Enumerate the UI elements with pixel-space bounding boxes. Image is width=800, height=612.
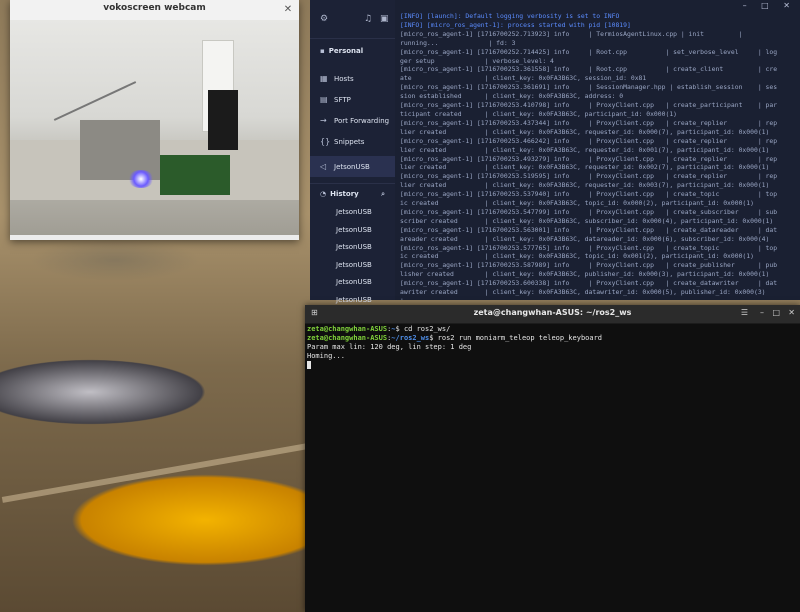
bell-icon[interactable]: ♫ bbox=[364, 14, 372, 24]
terminal-line: zeta@changwhan-ASUS:~/ros2_ws$ ros2 run … bbox=[307, 334, 603, 342]
log-line: ic created | client_key: 0x0FA3B63C, top… bbox=[400, 252, 754, 261]
log-terminal[interactable]: – □ ✕ [INFO] [launch]: Default logging v… bbox=[395, 0, 800, 300]
webcam-title: vokoscreen webcam bbox=[103, 3, 206, 13]
log-line: lier created | client_key: 0x0FA3B63C, r… bbox=[400, 181, 770, 190]
log-line: running... | fd: 3 bbox=[400, 38, 516, 47]
sidebar-item-snippets[interactable]: {} Snippets bbox=[310, 131, 395, 152]
log-line: [micro_ros_agent-1] [1716700252.714425] … bbox=[400, 47, 778, 56]
log-line: [micro_ros_agent-1] [1716700253.361558] … bbox=[400, 65, 778, 74]
log-line: [micro_ros_agent-1] [1716700253.519595] … bbox=[400, 172, 778, 181]
port-forwarding-icon: → bbox=[320, 116, 327, 125]
history-icon: ◔ bbox=[320, 190, 327, 198]
gear-icon[interactable]: ⚙ bbox=[320, 14, 328, 24]
sidebar-toolbar: ⚙ ♫ ▣ bbox=[310, 0, 395, 39]
log-line: [INFO] [launch]: Default logging verbosi… bbox=[400, 12, 620, 20]
log-line: lier created | client_key: 0x0FA3B63C, r… bbox=[400, 163, 770, 172]
terminal-body[interactable]: zeta@changwhan-ASUS:~$ cd ros2_ws/ zeta@… bbox=[307, 325, 798, 612]
log-line: lisher created | client_key: 0x0FA3B63C,… bbox=[400, 270, 770, 279]
sidebar-item-label: JetsonUSB bbox=[334, 163, 370, 171]
terminal-icon[interactable]: ▣ bbox=[380, 14, 389, 24]
sidebar-item-label: Port Forwarding bbox=[334, 117, 390, 125]
history-item[interactable]: JetsonUSB bbox=[310, 257, 395, 275]
log-line: [micro_ros_agent-1] [1716700253.577765] … bbox=[400, 243, 778, 252]
log-line: [micro_ros_agent-1] [1716700253.361691] … bbox=[400, 83, 778, 92]
log-line: areader created | client_key: 0x0FA3B63C… bbox=[400, 234, 770, 243]
log-line: [micro_ros_agent-1] [1716700253.547799] … bbox=[400, 207, 778, 216]
log-line: lier created | client_key: 0x0FA3B63C, r… bbox=[400, 145, 770, 154]
minimize-icon[interactable]: – bbox=[760, 308, 764, 317]
sidebar-item-hosts[interactable]: ▦ Hosts bbox=[310, 68, 395, 89]
log-line: [micro_ros_agent-1] [1716700253.493279] … bbox=[400, 154, 778, 163]
log-line: lier created | client_key: 0x0FA3B63C, r… bbox=[400, 127, 770, 136]
webcam-window: vokoscreen webcam ✕ bbox=[10, 0, 299, 240]
log-line: ger setup | verbose_level: 4 bbox=[400, 56, 554, 65]
window-controls[interactable]: – □ ✕ bbox=[743, 1, 796, 11]
history-item[interactable]: JetsonUSB bbox=[310, 274, 395, 292]
terminal-output: Param max lin: 120 deg, lin step: 1 deg bbox=[307, 343, 472, 351]
log-output: [INFO] [launch]: Default logging verbosi… bbox=[400, 12, 796, 300]
vault-icon: ▪ bbox=[320, 47, 325, 55]
log-line: [micro_ros_agent-1] [1716700253.563001] … bbox=[400, 225, 778, 234]
maximize-icon[interactable]: □ bbox=[772, 308, 780, 317]
history-header[interactable]: ◔ History ⌕ bbox=[310, 183, 395, 204]
log-line: [INFO] [micro_ros_agent-1]: process star… bbox=[400, 20, 631, 29]
terminal-titlebar[interactable]: ⊞ zeta@changwhan-ASUS: ~/ros2_ws ☰ – □ ✕ bbox=[305, 305, 800, 324]
hamburger-menu-icon[interactable]: ☰ bbox=[741, 308, 748, 317]
snippets-icon: {} bbox=[320, 137, 331, 146]
history-item[interactable]: JetsonUSB bbox=[310, 204, 395, 222]
terminal-cursor bbox=[307, 361, 798, 370]
log-line: [micro_ros_agent-1] [1716700253.600338] … bbox=[400, 279, 778, 288]
log-line: [micro_ros_agent-1] [1716700253.537940] … bbox=[400, 190, 778, 199]
sidebar-section-personal[interactable]: ▪ Personal bbox=[310, 43, 395, 60]
close-icon[interactable]: ✕ bbox=[282, 4, 294, 16]
sftp-icon: ▤ bbox=[320, 95, 328, 104]
terminal-line: zeta@changwhan-ASUS:~$ cd ros2_ws/ bbox=[307, 325, 451, 333]
log-line: scriber created | client_key: 0x0FA3B63C… bbox=[400, 216, 774, 225]
terminal-title: zeta@changwhan-ASUS: ~/ros2_ws bbox=[473, 308, 632, 317]
connection-icon: ◁ bbox=[320, 162, 327, 171]
terminal-output: Homing... bbox=[307, 352, 345, 360]
log-line: [micro_ros_agent-1] [1716700253.466242] … bbox=[400, 136, 778, 145]
log-line: ticipant created | client_key: 0x0FA3B63… bbox=[400, 109, 678, 118]
webcam-titlebar[interactable]: vokoscreen webcam ✕ bbox=[10, 0, 299, 21]
webcam-video bbox=[10, 20, 299, 235]
history-item[interactable]: JetsonUSB bbox=[310, 222, 395, 240]
sidebar-item-label: Hosts bbox=[334, 75, 354, 83]
sidebar-item-sftp[interactable]: ▤ SFTP bbox=[310, 89, 395, 110]
log-line: [micro_ros_agent-1] [1716700253.410798] … bbox=[400, 101, 778, 110]
log-line: ate | client_key: 0x0FA3B63C, session_id… bbox=[400, 74, 647, 83]
log-line: sion established | client_key: 0x0FA3B63… bbox=[400, 92, 624, 101]
log-line: awriter created | client_key: 0x0FA3B63C… bbox=[400, 288, 766, 297]
hosts-icon: ▦ bbox=[320, 74, 328, 83]
log-line: ic created | client_key: 0x0FA3B63C, top… bbox=[400, 199, 754, 208]
log-line: [micro_ros_agent-1] [1716700253.437344] … bbox=[400, 118, 778, 127]
sidebar-item-port-forwarding[interactable]: → Port Forwarding bbox=[310, 110, 395, 131]
close-icon[interactable]: ✕ bbox=[788, 308, 795, 317]
terminal-window: ⊞ zeta@changwhan-ASUS: ~/ros2_ws ☰ – □ ✕… bbox=[305, 305, 800, 612]
history-item[interactable]: JetsonUSB bbox=[310, 239, 395, 257]
sidebar-item-label: SFTP bbox=[334, 96, 351, 104]
sidebar-item-jetsonusb[interactable]: ◁ JetsonUSB bbox=[310, 156, 395, 177]
search-icon[interactable]: ⌕ bbox=[381, 184, 385, 204]
log-line: | bbox=[400, 297, 796, 300]
log-line: [micro_ros_agent-1] [1716700253.587989] … bbox=[400, 261, 778, 270]
sidebar-item-label: Snippets bbox=[334, 138, 365, 146]
log-line: [micro_ros_agent-1] [1716700252.713923] … bbox=[400, 29, 743, 38]
app-sidebar: ⚙ ♫ ▣ ▪ Personal ▦ Hosts ▤ SFTP → Port Forwa… bbox=[310, 0, 395, 304]
